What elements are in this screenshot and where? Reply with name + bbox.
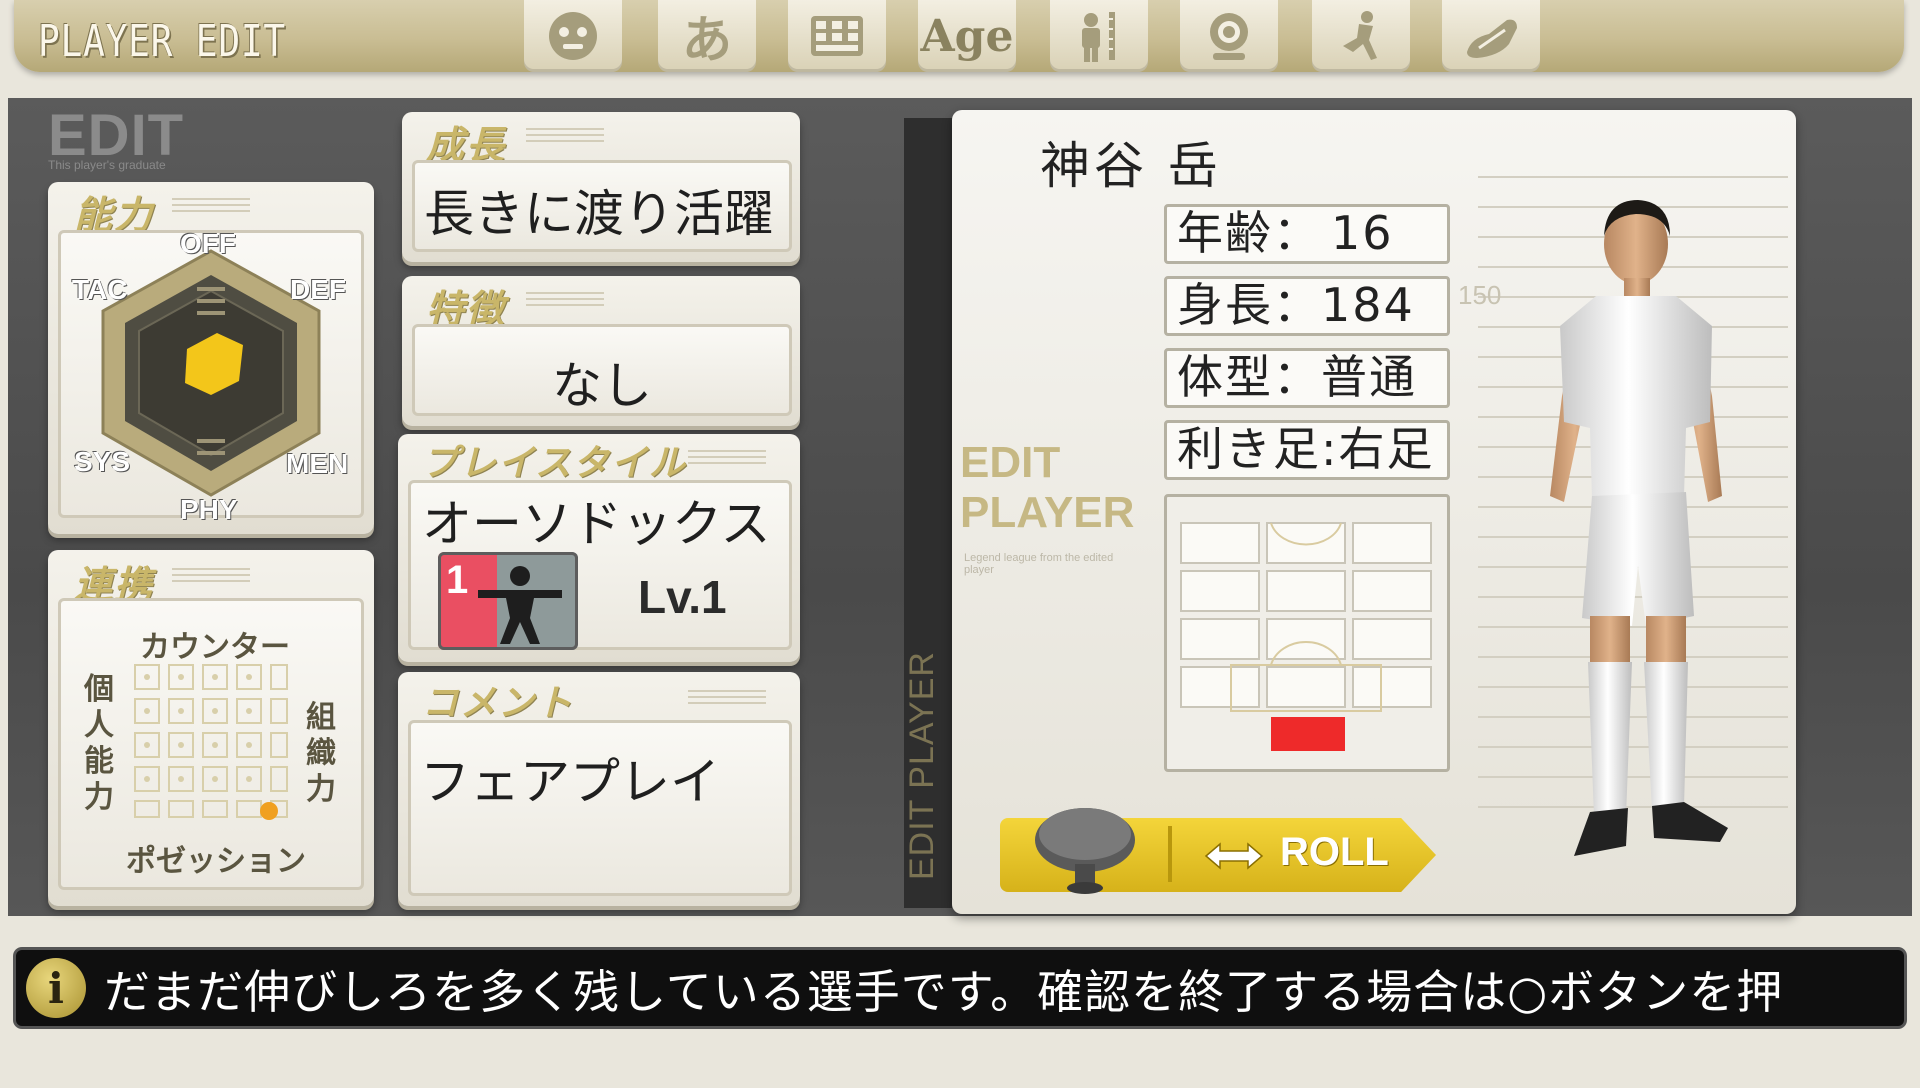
stat-height-label: 身長 <box>1177 278 1273 332</box>
playstyle-value: オーソドックス <box>422 495 771 553</box>
tab-kick[interactable] <box>1312 0 1410 72</box>
tab-face[interactable] <box>524 0 622 72</box>
traits-panel[interactable]: 特徴 なし <box>402 276 800 426</box>
tab-webcam[interactable] <box>1180 0 1278 72</box>
comment-label: コメント <box>422 683 575 724</box>
side-label-player: PLAYER <box>960 488 1135 537</box>
growth-panel[interactable]: 成長 長きに渡り活躍 <box>402 112 800 262</box>
playstyle-figure-icon <box>478 566 562 644</box>
boot-icon <box>1467 19 1517 58</box>
axis-off: OFF <box>180 228 236 259</box>
roll-divider <box>1168 826 1172 882</box>
stat-foot: 利き足:右足 <box>1164 420 1450 480</box>
stat-height: 身長：184 <box>1164 276 1450 336</box>
link-team-label: 組織力 <box>306 700 336 807</box>
stat-build: 体型：普通 <box>1164 348 1450 408</box>
page-title: PLAYER EDIT <box>38 16 286 67</box>
stat-age-value: 16 <box>1331 206 1394 260</box>
axis-sys: SYS <box>74 446 131 477</box>
stat-foot-label: 利き足 <box>1177 422 1321 476</box>
left-right-arrow-icon <box>1204 842 1264 870</box>
keyboard-icon <box>811 16 863 56</box>
comment-value: フェアプレイ <box>420 753 720 811</box>
link-label-decoration <box>172 568 250 582</box>
analog-stick-icon <box>1035 808 1135 894</box>
edit-player-side-label: EDIT PLAYER <box>960 438 1134 538</box>
comment-label-decoration <box>688 690 766 704</box>
axis-tac: TAC <box>72 274 128 305</box>
growth-label-decoration <box>526 128 604 142</box>
playstyle-label-decoration <box>688 450 766 464</box>
edit-logo-subtitle: This player's graduate <box>48 158 166 172</box>
tab-age[interactable]: Age <box>918 0 1016 72</box>
side-small-text: Legend league from the edited player <box>964 552 1114 576</box>
position-pitch <box>1164 494 1450 772</box>
tab-body[interactable] <box>1050 0 1148 72</box>
stat-build-value: 普通 <box>1321 350 1417 404</box>
body-measure-icon <box>1082 12 1115 62</box>
stat-foot-value: 右足 <box>1338 422 1435 476</box>
height-mark: 150 <box>1458 280 1502 310</box>
player-name: 神谷 岳 <box>1040 137 1222 195</box>
kick-icon <box>1343 11 1377 60</box>
playstyle-label: プレイスタイル <box>422 443 687 484</box>
height-line <box>1478 176 1788 178</box>
axis-def: DEF <box>290 274 346 305</box>
traits-label-decoration <box>526 292 604 306</box>
tab-name[interactable]: あ <box>658 0 756 72</box>
traits-value: なし <box>552 357 652 415</box>
stat-age-label: 年齢 <box>1177 206 1273 260</box>
tab-keyboard[interactable] <box>788 0 886 72</box>
axis-phy: PHY <box>180 494 238 525</box>
age-tab-label: Age <box>920 10 1014 62</box>
player-model <box>1550 200 1728 856</box>
info-icon: i <box>26 958 86 1018</box>
stat-height-value: 184 <box>1321 278 1415 332</box>
name-icon: あ <box>682 11 732 69</box>
axis-men: MEN <box>286 448 349 479</box>
roll-label: ROLL <box>1280 830 1389 874</box>
growth-value: 長きに渡り活躍 <box>424 185 774 243</box>
playstyle-panel[interactable]: プレイスタイル オーソドックス 1 Lv.1 <box>398 434 800 662</box>
stat-age: 年齢： 16 <box>1164 204 1450 264</box>
link-possession-label: ポゼッション <box>126 844 306 879</box>
side-label-edit: EDIT <box>960 438 1061 487</box>
stat-build-label: 体型 <box>1177 350 1273 404</box>
playstyle-badge: 1 <box>438 552 578 650</box>
selected-position-marker <box>1271 717 1345 751</box>
face-icon <box>549 12 597 60</box>
ability-label-decoration <box>172 198 250 212</box>
stripe-label: EDIT PLAYER <box>903 651 941 880</box>
message-text: だまだ伸びしろを多く残している選手です。確認を終了する場合は○ボタンを押 <box>104 965 1784 1019</box>
comment-panel[interactable]: コメント フェアプレイ <box>398 672 800 906</box>
webcam-icon <box>1210 13 1248 60</box>
link-grid <box>134 664 288 820</box>
link-counter-label: カウンター <box>140 630 290 665</box>
playstyle-level: Lv.1 <box>638 571 727 623</box>
tab-boot[interactable] <box>1442 0 1540 72</box>
link-individual-label: 個人能力 <box>84 672 114 815</box>
